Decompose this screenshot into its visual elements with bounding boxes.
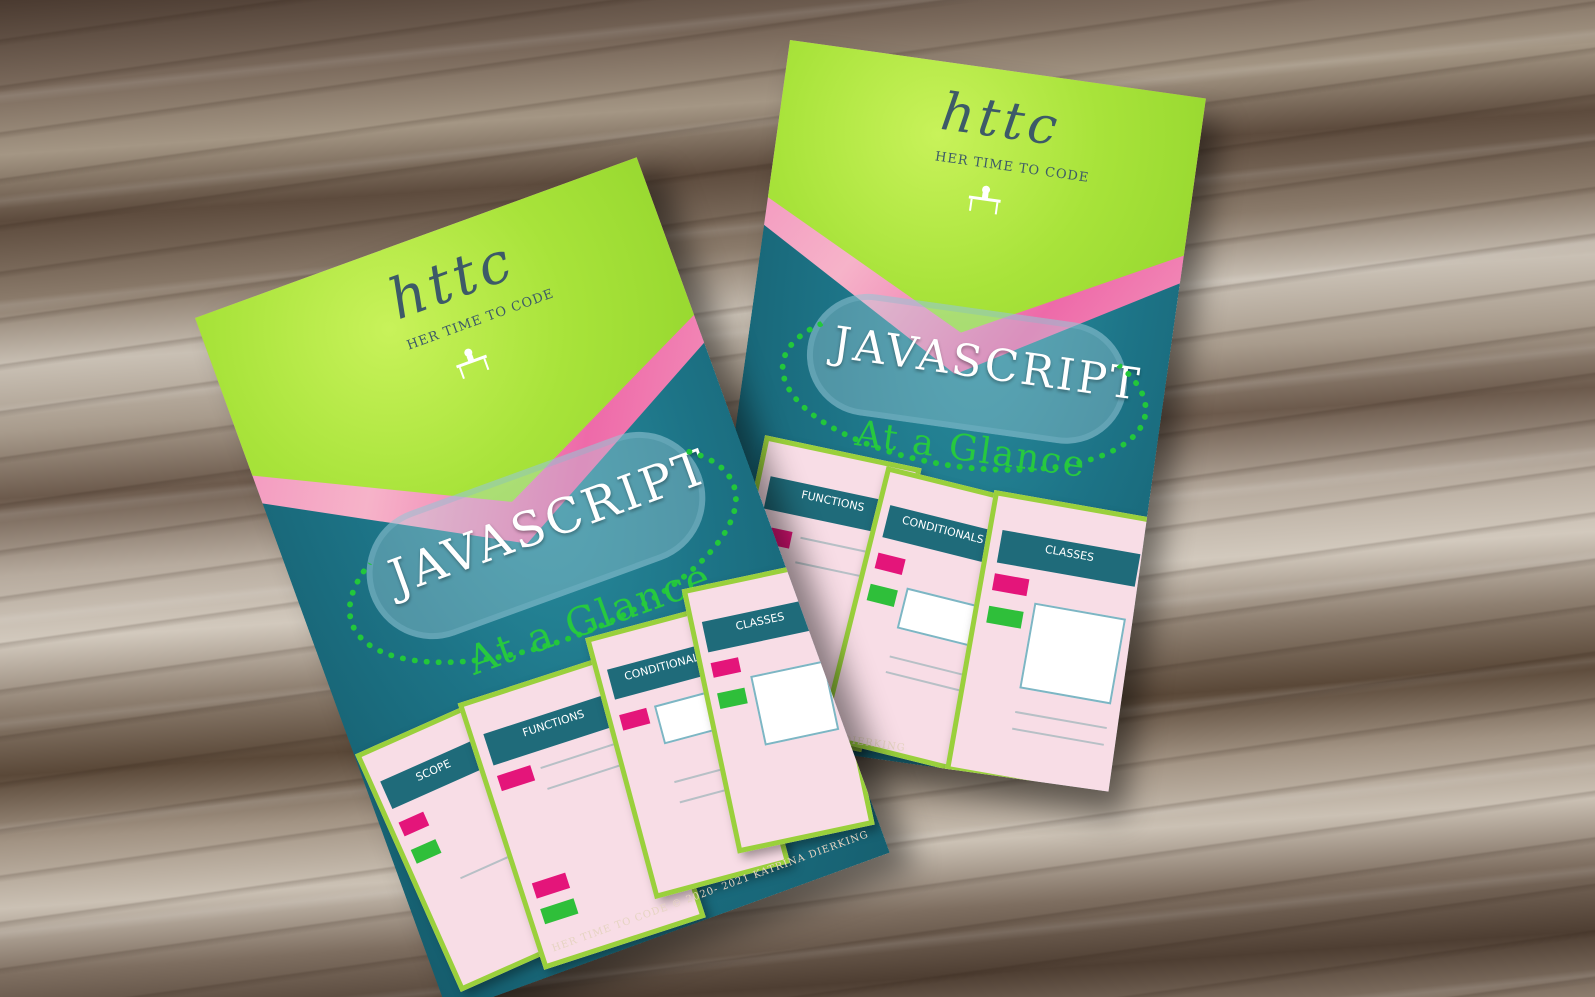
code-box <box>1019 602 1127 704</box>
text-line <box>1012 727 1105 746</box>
definition-tag <box>496 764 535 792</box>
definition-tag <box>991 573 1030 596</box>
definition-tag <box>618 707 651 731</box>
comparison-tag <box>531 872 570 899</box>
definition-tag <box>710 656 742 679</box>
definition-tag <box>398 811 429 837</box>
break-down-tag <box>985 605 1024 629</box>
text-line <box>885 671 960 692</box>
break-down-tag <box>410 839 442 864</box>
break-down-tag <box>716 687 749 709</box>
break-down-tag <box>866 584 899 607</box>
product-photo: httc HER TIME TO CODE JAVASCRIPT At a Gl… <box>0 0 1595 997</box>
text-line <box>889 655 964 676</box>
comparison-tag <box>539 898 579 925</box>
text-line <box>1015 711 1108 730</box>
definition-tag <box>874 552 907 576</box>
desk-icon <box>968 185 1001 215</box>
